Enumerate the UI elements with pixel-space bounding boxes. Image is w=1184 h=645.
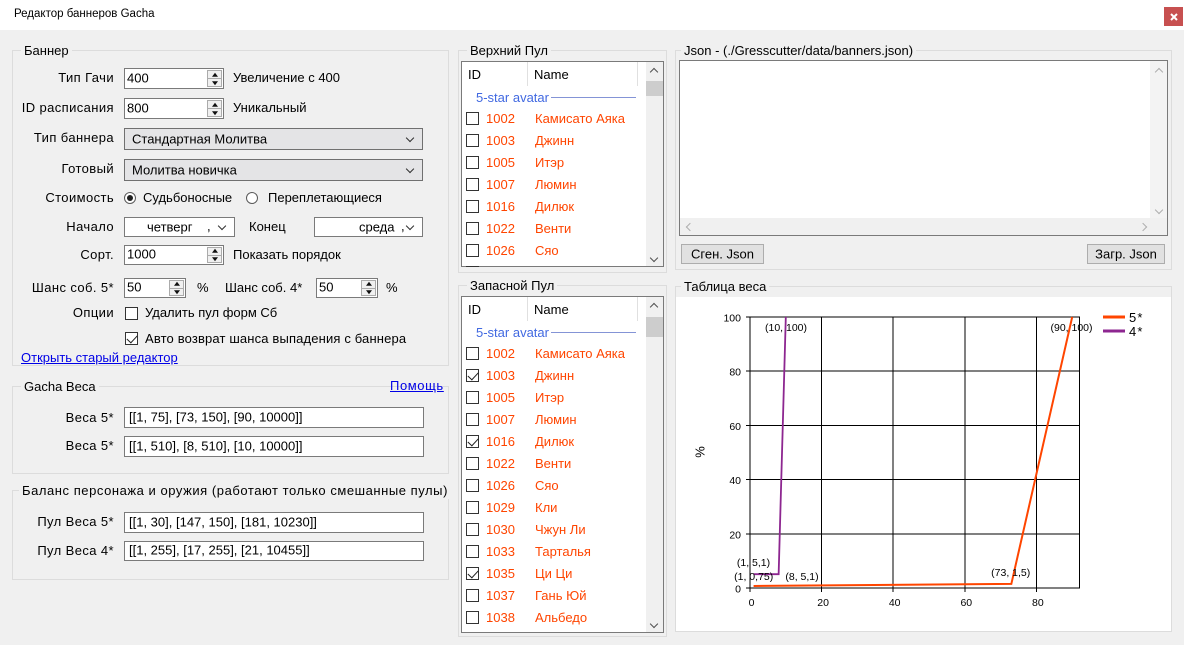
svg-text:0: 0 — [749, 597, 755, 609]
svg-text:5*: 5* — [1129, 310, 1144, 325]
svg-text:%: % — [693, 446, 708, 458]
svg-text:(8, 5,1): (8, 5,1) — [785, 571, 818, 583]
svg-text:100: 100 — [723, 313, 741, 325]
svg-text:20: 20 — [817, 597, 829, 609]
svg-text:40: 40 — [729, 475, 741, 487]
svg-text:(73, 1,5): (73, 1,5) — [991, 567, 1030, 579]
svg-text:4*: 4* — [1129, 324, 1144, 339]
svg-text:20: 20 — [729, 529, 741, 541]
svg-text:80: 80 — [1032, 597, 1044, 609]
svg-text:60: 60 — [729, 421, 741, 433]
svg-text:60: 60 — [960, 597, 972, 609]
svg-text:0: 0 — [735, 584, 741, 596]
svg-text:(10, 100): (10, 100) — [765, 322, 807, 334]
svg-text:(1, 0,75): (1, 0,75) — [734, 571, 773, 583]
svg-text:(1, 5,1): (1, 5,1) — [737, 557, 770, 569]
svg-text:(90, 100): (90, 100) — [1050, 322, 1092, 334]
svg-text:40: 40 — [889, 597, 901, 609]
svg-text:80: 80 — [729, 367, 741, 379]
